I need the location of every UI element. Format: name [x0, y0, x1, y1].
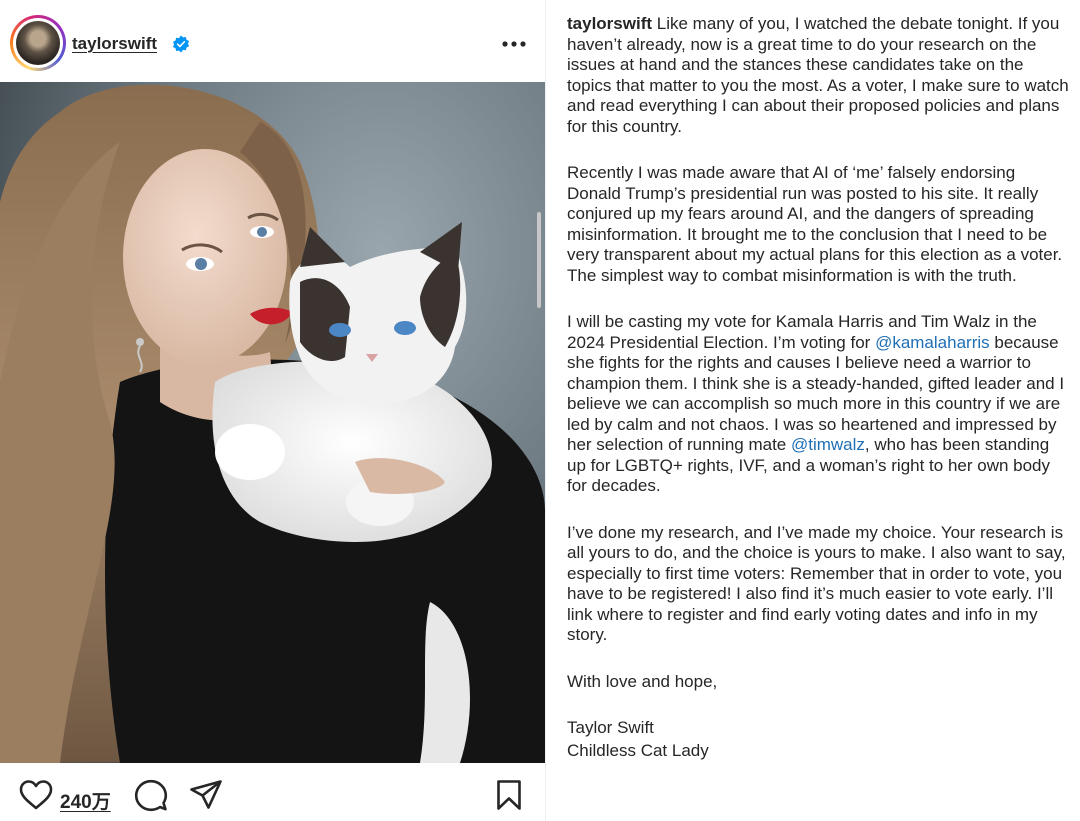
heart-icon[interactable] — [19, 779, 53, 811]
post-photo[interactable] — [0, 82, 545, 763]
caption-paragraph-1: taylorswift Like many of you, I watched … — [567, 14, 1072, 137]
post-photo-illustration — [0, 82, 545, 763]
post-media-column: taylorswift 240万 — [0, 0, 545, 821]
caption-username[interactable]: taylorswift — [567, 14, 652, 33]
caption-paragraph-3: I will be casting my vote for Kamala Har… — [567, 312, 1072, 497]
scrollbar[interactable] — [537, 212, 541, 308]
caption-paragraph-4: I’ve done my research, and I’ve made my … — [567, 522, 1066, 645]
post-action-bar: 240万 — [0, 763, 545, 821]
like-count[interactable]: 240万 — [60, 787, 111, 814]
verified-badge-icon — [172, 35, 190, 53]
post-header: taylorswift — [0, 0, 545, 82]
username-link[interactable]: taylorswift — [72, 34, 157, 54]
caption-signature-title: Childless Cat Lady — [567, 740, 709, 760]
mention-link[interactable]: @kamalaharris — [875, 333, 990, 352]
avatar-photo — [16, 21, 60, 65]
mention-link[interactable]: @timwalz — [791, 435, 865, 454]
caption-closing: With love and hope, — [567, 671, 718, 691]
more-options-icon[interactable] — [500, 36, 528, 52]
bookmark-icon[interactable] — [496, 779, 522, 811]
avatar[interactable] — [10, 15, 66, 71]
post-caption: taylorswift Like many of you, I watched … — [567, 14, 1072, 761]
caption-paragraph-2: Recently I was made aware that AI of ‘me… — [567, 163, 1063, 285]
column-divider — [545, 0, 546, 821]
avatar-border — [13, 18, 63, 68]
share-icon[interactable] — [189, 779, 223, 811]
comment-icon[interactable] — [134, 779, 168, 813]
caption-signature-name: Taylor Swift — [567, 718, 654, 737]
